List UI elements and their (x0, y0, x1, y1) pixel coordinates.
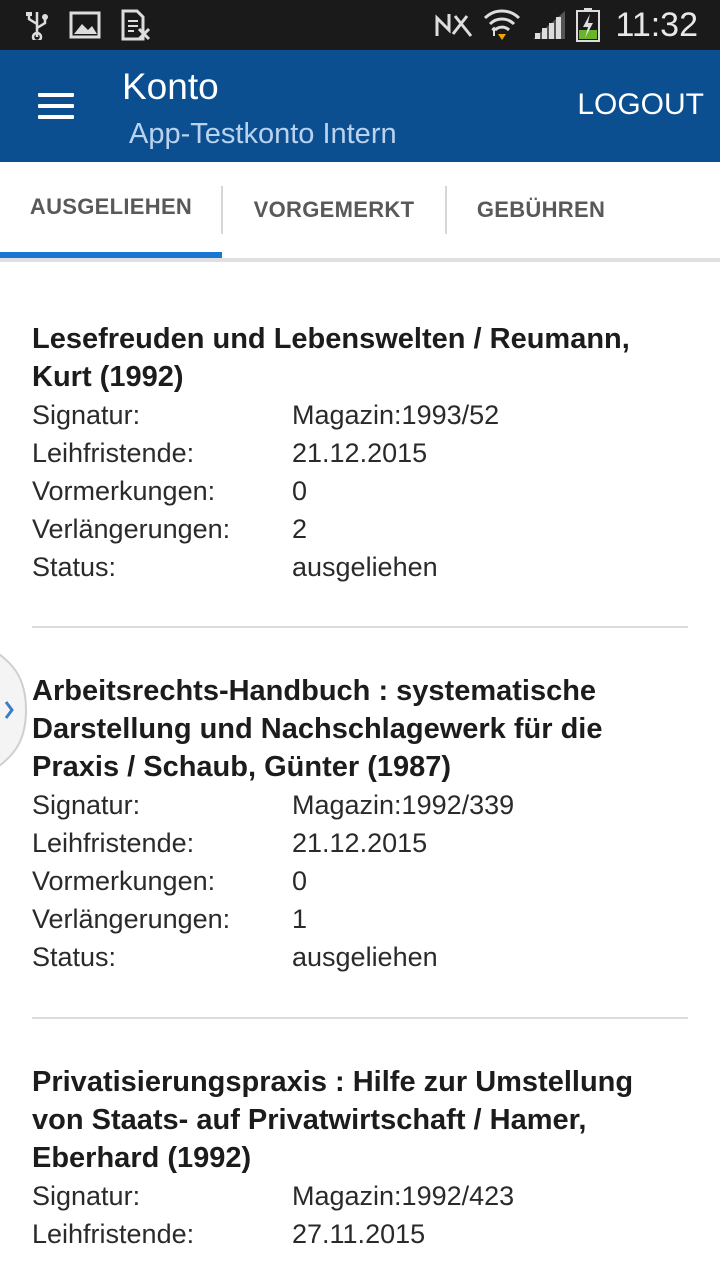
page-title: Konto (122, 66, 219, 107)
tab-ausgeliehen[interactable]: AUSGELIEHEN (0, 162, 222, 258)
field-value: 21.12.2015 (292, 437, 428, 468)
image-icon (68, 10, 102, 40)
field-label: Leihfristende: (32, 1218, 195, 1249)
app-bar: Konto App-Testkonto Intern LOGOUT (0, 50, 720, 162)
field-row: Status: ausgeliehen (32, 548, 688, 586)
field-value: Magazin:1993/52 (292, 399, 500, 430)
drawer-handle[interactable] (0, 640, 28, 780)
field-value: 1 (292, 903, 308, 934)
list-item[interactable]: Arbeitsrechts-Handbuch : systematische D… (32, 672, 688, 976)
tab-gebuehren[interactable]: GEBÜHREN (447, 162, 635, 258)
field-row: Signatur: Magazin:1992/339 (32, 786, 688, 824)
field-row: Leihfristende: 27.11.2015 (32, 1215, 688, 1253)
field-label: Signatur: (32, 399, 141, 430)
sim-off-icon (118, 9, 152, 41)
status-time: 11:32 (615, 6, 698, 44)
tab-vorgemerkt[interactable]: VORGEMERKT (223, 162, 445, 258)
field-label: Vormerkungen: (32, 865, 216, 896)
field-value: Magazin:1992/339 (292, 789, 515, 820)
field-row: Leihfristende: 21.12.2015 (32, 824, 688, 862)
item-title: Lesefreuden und Lebenswelten / Reumann, … (32, 323, 630, 393)
field-row: Vormerkungen: 0 (32, 472, 688, 510)
list-item[interactable]: Privatisierungspraxis : Hilfe zur Umstel… (32, 1063, 688, 1253)
field-value: ausgeliehen (292, 941, 438, 972)
field-value: 27.11.2015 (292, 1218, 426, 1249)
field-label: Status: (32, 551, 117, 582)
usb-icon (22, 10, 52, 40)
item-divider (32, 626, 688, 628)
logout-button[interactable]: LOGOUT (577, 88, 704, 122)
field-row: Status: ausgeliehen (32, 938, 688, 976)
field-value: Magazin:1992/423 (292, 1180, 515, 1211)
field-row: Leihfristende: 21.12.2015 (32, 434, 688, 472)
field-row: Vormerkungen: 0 (32, 862, 688, 900)
signal-icon (530, 10, 570, 40)
field-label: Leihfristende: (32, 437, 195, 468)
field-label: Status: (32, 941, 117, 972)
field-row: Signatur: Magazin:1992/423 (32, 1177, 688, 1215)
battery-charging-icon (574, 8, 602, 42)
item-title: Privatisierungspraxis : Hilfe zur Umstel… (32, 1066, 634, 1174)
field-value: 0 (292, 865, 308, 896)
field-value: 0 (292, 475, 308, 506)
item-title: Arbeitsrechts-Handbuch : systematische D… (32, 675, 603, 783)
field-value: 2 (292, 513, 308, 544)
nfc-mute-icon (432, 10, 476, 40)
list-item[interactable]: Lesefreuden und Lebenswelten / Reumann, … (32, 320, 688, 586)
account-subtitle: App-Testkonto Intern (129, 118, 397, 150)
wifi-icon (482, 9, 522, 40)
field-label: Signatur: (32, 1180, 141, 1211)
field-label: Signatur: (32, 789, 141, 820)
field-row: Verlängerungen: 1 (32, 900, 688, 938)
hamburger-menu-icon[interactable] (28, 83, 84, 129)
field-label: Verlängerungen: (32, 513, 231, 544)
field-row: Verlängerungen: 2 (32, 510, 688, 548)
field-row: Signatur: Magazin:1993/52 (32, 396, 688, 434)
field-label: Leihfristende: (32, 827, 195, 858)
field-label: Vormerkungen: (32, 475, 216, 506)
field-value: 21.12.2015 (292, 827, 428, 858)
item-divider (32, 1017, 688, 1019)
tab-bar: AUSGELIEHEN VORGEMERKT GEBÜHREN (0, 162, 720, 262)
field-label: Verlängerungen: (32, 903, 231, 934)
field-value: ausgeliehen (292, 551, 438, 582)
status-bar: 11:32 (0, 0, 720, 50)
loan-list[interactable]: Lesefreuden und Lebenswelten / Reumann, … (0, 262, 720, 1280)
